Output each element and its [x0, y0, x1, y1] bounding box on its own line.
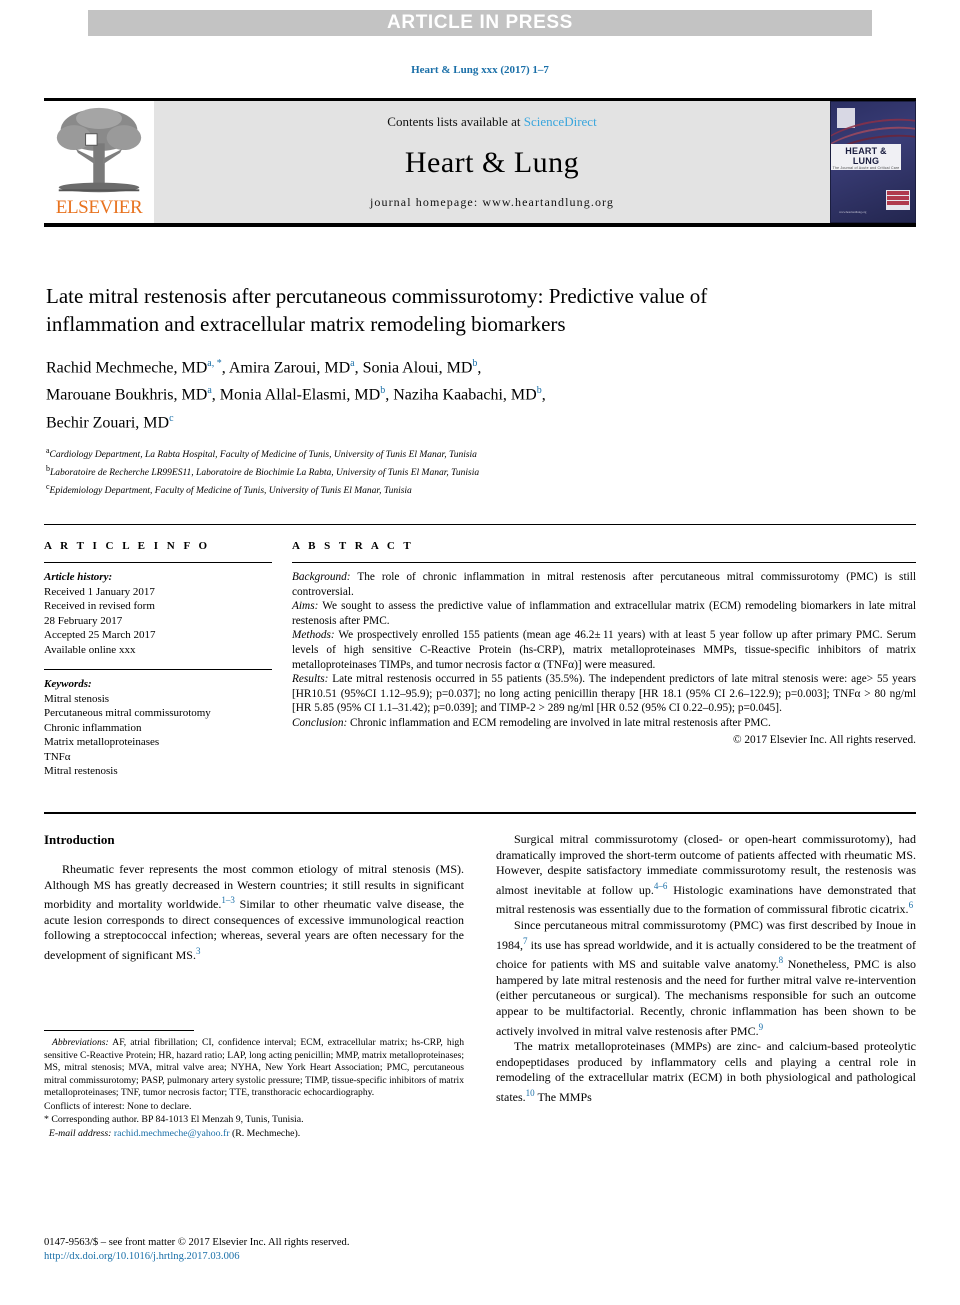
- abstract-section: Results: Late mitral restenosis occurred…: [292, 673, 916, 715]
- abstract-heading: A B S T R A C T: [292, 540, 414, 552]
- body-left-paragraphs: Rheumatic fever represents the most comm…: [44, 862, 464, 964]
- body-right-paragraphs: Surgical mitral commissurotomy (closed- …: [496, 832, 916, 1106]
- author-list: Rachid Mechmeche, MDa, *, Amira Zaroui, …: [46, 358, 546, 431]
- conflicts-of-interest-note: Conflicts of interest: None to declare.: [44, 1100, 192, 1112]
- keyword-item: Mitral stenosis: [44, 692, 110, 705]
- journal-cover-thumbnail: HEART & LUNG The Journal of Acute and Cr…: [830, 101, 916, 223]
- cover-subtitle-text: The Journal of Acute and Critical Care: [832, 166, 900, 170]
- body-column-right: Surgical mitral commissurotomy (closed- …: [496, 832, 916, 1106]
- history-item: Received in revised form: [44, 600, 155, 612]
- keyword-item: Percutaneous mitral commissurotomy: [44, 707, 211, 719]
- article-history-label: Article history:: [44, 571, 113, 583]
- email-note: E-mail address: rachid.mechmeche@yahoo.f…: [48, 1127, 301, 1139]
- history-item: Accepted 25 March 2017: [44, 629, 156, 641]
- journal-masthead: ELSEVIER Contents lists available at Sci…: [44, 98, 916, 227]
- running-head-citation: Heart & Lung xxx (2017) 1–7: [411, 64, 549, 76]
- history-item: Available online xxx: [44, 643, 136, 656]
- abstract-body: Background: The role of chronic inflamma…: [292, 570, 916, 731]
- article-info-rule-1: [44, 562, 272, 563]
- article-history-block: Article history: Received 1 January 2017…: [44, 570, 272, 657]
- masthead-bottom-rule: [44, 223, 916, 227]
- body-paragraph: Since percutaneous mitral commissurotomy…: [496, 917, 917, 1038]
- corresponding-author-note: * Corresponding author. BP 84-1013 El Me…: [44, 1114, 304, 1126]
- title-block: Late mitral restenosis after percutaneou…: [46, 282, 806, 498]
- journal-homepage-url[interactable]: journal homepage: www.heartandlung.org: [370, 195, 614, 210]
- page-title: Late mitral restenosis after percutaneou…: [46, 284, 708, 336]
- abstract-section: Aims: We sought to assess the predictive…: [292, 600, 916, 627]
- article-info-rule-2: [44, 669, 272, 670]
- elsevier-logo: ELSEVIER: [44, 101, 154, 223]
- body-paragraph: Surgical mitral commissurotomy (closed- …: [496, 832, 916, 917]
- abstract-rule: [292, 562, 916, 563]
- affiliation-list: aCardiology Department, La Rabta Hospita…: [46, 444, 806, 498]
- colophon-front-matter: 0147-9563/$ – see front matter © 2017 El…: [44, 1237, 350, 1248]
- article-info-heading: A R T I C L E I N F O: [44, 540, 211, 552]
- affiliation-item: aCardiology Department, La Rabta Hospita…: [46, 445, 477, 461]
- body-paragraph: The matrix metalloproteinases (MMPs) are…: [496, 1039, 916, 1104]
- sciencedirect-link[interactable]: ScienceDirect: [524, 114, 597, 129]
- article-history-items: Received 1 January 2017 Received in revis…: [44, 585, 272, 658]
- contents-list-line: Contents lists available at ScienceDirec…: [387, 114, 596, 130]
- info-abstract-panel: A R T I C L E I N F O Article history: R…: [44, 540, 916, 791]
- footnote-rule: [44, 1030, 194, 1031]
- cover-title-text: HEART & LUNG: [845, 146, 887, 166]
- keyword-item: Chronic inflammation: [44, 721, 142, 734]
- abstract-section: Background: The role of chronic inflamma…: [292, 571, 916, 598]
- history-item: 28 February 2017: [44, 614, 123, 627]
- history-item: Received 1 January 2017: [44, 585, 155, 598]
- doi-link[interactable]: http://dx.doi.org/10.1016/j.hrtlng.2017.…: [44, 1250, 644, 1264]
- journal-title: Heart & Lung: [404, 145, 580, 179]
- elsevier-tree-icon: [56, 107, 142, 193]
- colophon: 0147-9563/$ – see front matter © 2017 El…: [44, 1236, 644, 1264]
- masthead-body: ELSEVIER Contents lists available at Sci…: [44, 101, 916, 223]
- affiliation-item: bLaboratoire de Recherche LR99ES11, Labo…: [46, 464, 480, 479]
- abstract-section: Methods: We prospectively enrolled 155 p…: [292, 629, 916, 671]
- abstract-section: Conclusion: Chronic inflammation and ECM…: [292, 716, 771, 729]
- cover-journal-title: HEART & LUNG The Journal of Acute and Cr…: [831, 144, 901, 170]
- keyword-item: TNFα: [44, 750, 71, 763]
- abstract-column: A B S T R A C T Background: The role of …: [292, 540, 916, 791]
- article-in-press-banner: ARTICLE IN PRESS: [88, 10, 872, 36]
- keyword-item: Matrix metalloproteinases: [44, 736, 160, 748]
- body-paragraph: Rheumatic fever represents the most comm…: [44, 862, 464, 962]
- keywords-items: Mitral stenosis Percutaneous mitral commi…: [44, 692, 272, 779]
- info-panel-top-rule: [44, 524, 916, 525]
- panel-bottom-rule: [44, 812, 916, 814]
- email-address-link[interactable]: rachid.mechmeche@yahoo.fr: [114, 1128, 230, 1139]
- keywords-label: Keywords:: [44, 678, 92, 690]
- introduction-heading: Introduction: [44, 832, 115, 847]
- abstract-copyright: © 2017 Elsevier Inc. All rights reserved…: [732, 733, 916, 746]
- affiliation-item: cEpidemiology Department, Faculty of Med…: [46, 482, 412, 497]
- cover-thumbnail-inset: [886, 190, 910, 210]
- footnote-block: Abbreviations: AF, atrial fibrillation; …: [44, 1030, 464, 1140]
- masthead-center: Contents lists available at ScienceDirec…: [154, 101, 830, 223]
- cover-url-text: www.heartandlung.org: [839, 210, 867, 214]
- keywords-block: Keywords: Mitral stenosis Percutaneous mi…: [44, 677, 272, 779]
- article-info-column: A R T I C L E I N F O Article history: R…: [44, 540, 292, 791]
- keyword-item: Mitral restenosis: [44, 765, 118, 777]
- contents-prefix-text: Contents lists available at: [387, 114, 524, 129]
- elsevier-wordmark: ELSEVIER: [55, 197, 143, 218]
- abbreviations-note: Abbreviations: AF, atrial fibrillation; …: [44, 1037, 464, 1099]
